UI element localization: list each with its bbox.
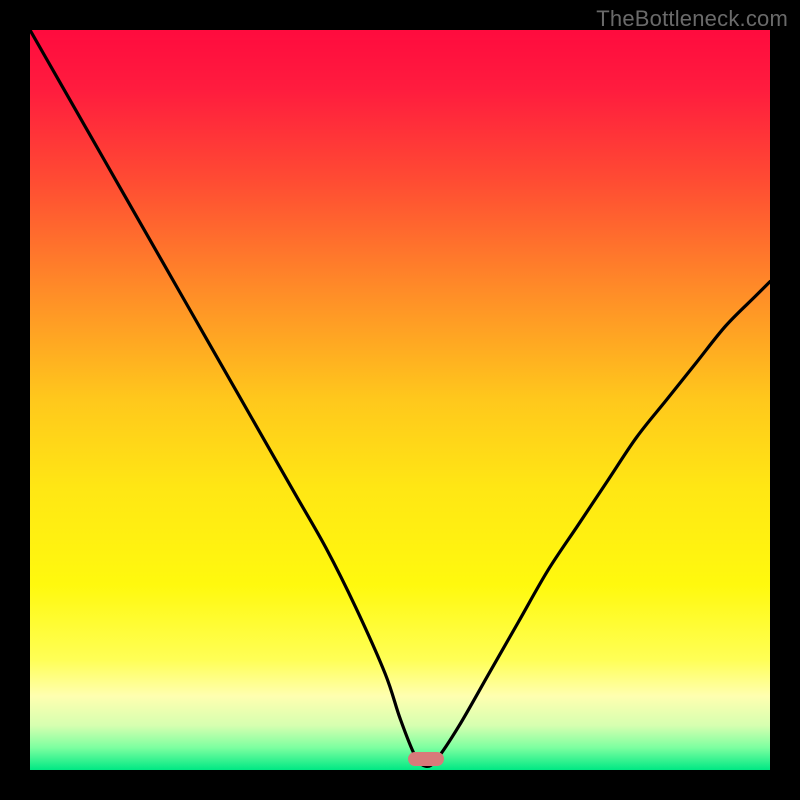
stage: TheBottleneck.com	[0, 0, 800, 800]
bottleneck-curve	[30, 30, 770, 770]
watermark-text: TheBottleneck.com	[596, 6, 788, 32]
plot-area	[30, 30, 770, 770]
optimal-marker	[408, 752, 444, 766]
